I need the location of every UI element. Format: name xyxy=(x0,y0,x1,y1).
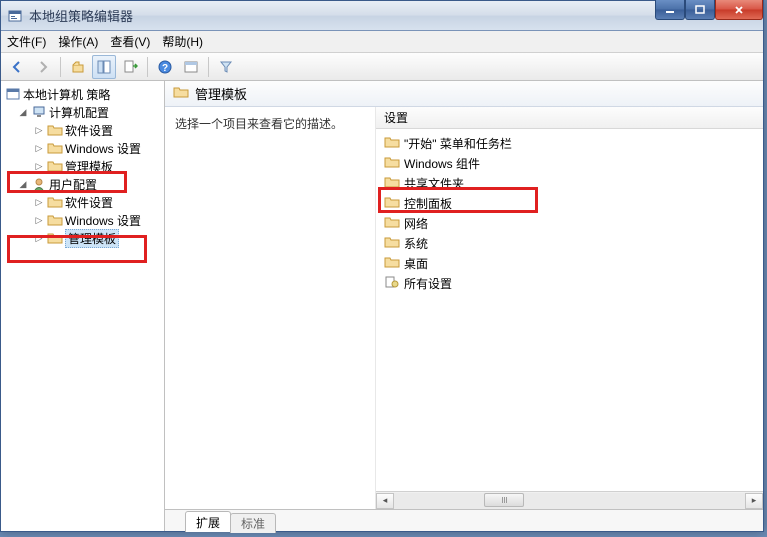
list-column-header[interactable]: 设置 xyxy=(376,107,763,129)
menubar: 文件(F) 操作(A) 查看(V) 帮助(H) xyxy=(1,31,763,53)
maximize-button[interactable] xyxy=(685,0,715,20)
scroll-left-button[interactable]: ◂ xyxy=(376,493,394,509)
back-button[interactable] xyxy=(5,55,29,79)
policy-icon xyxy=(5,86,21,102)
folder-icon xyxy=(47,158,63,174)
tab-standard[interactable]: 标准 xyxy=(230,513,276,533)
expand-icon[interactable]: ▷ xyxy=(33,124,45,136)
list-item-all-settings[interactable]: 所有设置 xyxy=(376,273,763,293)
filter-button[interactable] xyxy=(214,55,238,79)
tree-item-admin-templates-user[interactable]: ▷ 管理模板 xyxy=(1,229,164,247)
tree-pane: 本地计算机 策略 ◢ 计算机配置 xyxy=(1,81,165,531)
user-icon xyxy=(31,176,47,192)
folder-icon xyxy=(384,195,400,212)
properties-button[interactable] xyxy=(179,55,203,79)
tree-item-software-settings[interactable]: ▷ 软件设置 xyxy=(1,121,164,139)
folder-icon xyxy=(384,155,400,172)
detail-body: 选择一个项目来查看它的描述。 设置 "开始" 菜单和任务栏 Windows 组件 xyxy=(165,107,763,509)
expand-icon[interactable]: ▷ xyxy=(33,142,45,154)
tree-item-windows-settings-user[interactable]: ▷ Windows 设置 xyxy=(1,211,164,229)
toolbar: ? xyxy=(1,53,763,81)
export-button[interactable] xyxy=(118,55,142,79)
tree-item-windows-settings[interactable]: ▷ Windows 设置 xyxy=(1,139,164,157)
collapse-icon[interactable]: ◢ xyxy=(17,106,29,118)
settings-list-column: 设置 "开始" 菜单和任务栏 Windows 组件 xyxy=(375,107,763,509)
expand-icon[interactable]: ▷ xyxy=(33,160,45,172)
folder-icon xyxy=(384,235,400,252)
content-pane: 管理模板 选择一个项目来查看它的描述。 设置 "开始" 菜单和任务栏 xyxy=(165,81,763,531)
close-button[interactable] xyxy=(715,0,763,20)
tree-computer-config[interactable]: ◢ 计算机配置 xyxy=(1,103,164,121)
list-item[interactable]: 共享文件夹 xyxy=(376,173,763,193)
app-window: 本地组策略编辑器 文件(F) 操作(A) 查看(V) 帮助(H) xyxy=(0,0,764,532)
folder-icon xyxy=(384,215,400,232)
toolbar-separator xyxy=(60,57,61,77)
toolbar-separator xyxy=(208,57,209,77)
scroll-track[interactable] xyxy=(394,493,745,509)
folder-icon xyxy=(47,212,63,228)
horizontal-scrollbar[interactable]: ◂ ▸ xyxy=(376,491,763,509)
folder-icon xyxy=(384,255,400,272)
list-item[interactable]: 网络 xyxy=(376,213,763,233)
folder-icon xyxy=(173,85,189,102)
list-item[interactable]: 桌面 xyxy=(376,253,763,273)
scroll-thumb[interactable] xyxy=(484,493,524,507)
collapse-icon[interactable]: ◢ xyxy=(17,178,29,190)
minimize-button[interactable] xyxy=(655,0,685,20)
window-title: 本地组策略编辑器 xyxy=(29,6,133,25)
folder-icon xyxy=(47,230,63,246)
list-item[interactable]: "开始" 菜单和任务栏 xyxy=(376,133,763,153)
help-button[interactable]: ? xyxy=(153,55,177,79)
folder-icon xyxy=(47,194,63,210)
menu-help[interactable]: 帮助(H) xyxy=(162,33,203,50)
settings-icon xyxy=(384,275,400,292)
folder-icon xyxy=(384,175,400,192)
menu-view[interactable]: 查看(V) xyxy=(110,33,150,50)
up-button[interactable] xyxy=(66,55,90,79)
tree-item-software-settings-user[interactable]: ▷ 软件设置 xyxy=(1,193,164,211)
description-prompt: 选择一个项目来查看它的描述。 xyxy=(175,117,343,131)
toolbar-separator xyxy=(147,57,148,77)
app-icon xyxy=(7,8,23,24)
tree-root[interactable]: 本地计算机 策略 xyxy=(1,85,164,103)
tree-item-admin-templates-pc[interactable]: ▷ 管理模板 xyxy=(1,157,164,175)
settings-list: "开始" 菜单和任务栏 Windows 组件 共享文件夹 控制面板 xyxy=(376,129,763,491)
detail-title: 管理模板 xyxy=(195,84,247,103)
folder-icon xyxy=(47,140,63,156)
show-tree-button[interactable] xyxy=(92,55,116,79)
titlebar[interactable]: 本地组策略编辑器 xyxy=(1,1,763,31)
forward-button[interactable] xyxy=(31,55,55,79)
detail-header: 管理模板 xyxy=(165,81,763,107)
window-controls xyxy=(655,0,763,22)
menu-action[interactable]: 操作(A) xyxy=(58,33,98,50)
tab-extended[interactable]: 扩展 xyxy=(185,511,231,532)
tree-user-config[interactable]: ◢ 用户配置 xyxy=(1,175,164,193)
list-item[interactable]: 系统 xyxy=(376,233,763,253)
expand-icon[interactable]: ▷ xyxy=(33,214,45,226)
expand-icon[interactable]: ▷ xyxy=(33,196,45,208)
folder-icon xyxy=(384,135,400,152)
description-column: 选择一个项目来查看它的描述。 xyxy=(165,107,375,509)
list-item[interactable]: Windows 组件 xyxy=(376,153,763,173)
expand-icon[interactable]: ▷ xyxy=(33,232,45,244)
main-area: 本地计算机 策略 ◢ 计算机配置 xyxy=(1,81,763,531)
view-tabs: 扩展 标准 xyxy=(165,509,763,531)
computer-icon xyxy=(31,104,47,120)
svg-text:?: ? xyxy=(162,63,168,74)
folder-icon xyxy=(47,122,63,138)
scroll-right-button[interactable]: ▸ xyxy=(745,493,763,509)
menu-file[interactable]: 文件(F) xyxy=(7,33,46,50)
list-item-control-panel[interactable]: 控制面板 xyxy=(376,193,763,213)
